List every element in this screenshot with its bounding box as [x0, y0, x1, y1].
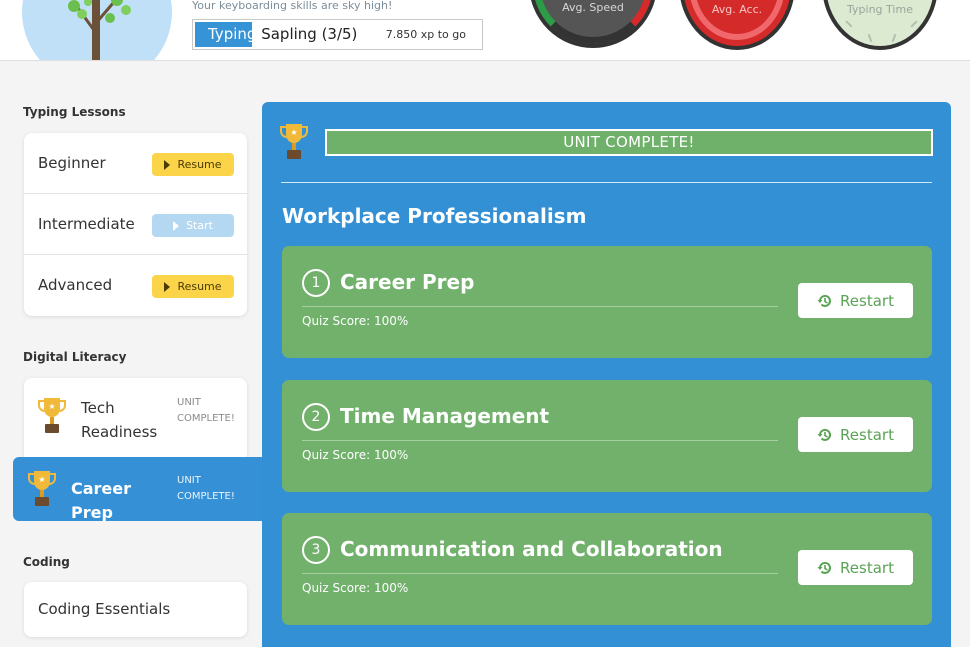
play-icon — [164, 159, 171, 170]
quiz-score: Quiz Score: 100% — [302, 581, 409, 595]
lesson-title: Time Management — [340, 404, 550, 428]
restart-button[interactable]: Restart — [798, 283, 913, 318]
restart-button[interactable]: Restart — [798, 417, 913, 452]
unit-item-career-prep[interactable]: ★ Career Prep UNIT COMPLETE! — [13, 457, 265, 522]
lesson-name: Advanced — [38, 276, 113, 294]
start-button[interactable]: Start — [152, 214, 234, 237]
avg-speed-gauge: Avg. Speed — [529, 0, 657, 48]
lesson-card-time-management: 2 Time Management Quiz Score: 100% Resta… — [282, 380, 932, 492]
resume-button[interactable]: Resume — [152, 275, 234, 298]
unit-item-tech-readiness[interactable]: ★ Tech Readiness UNIT COMPLETE! — [24, 378, 247, 457]
unit-detail-panel: ★ UNIT COMPLETE! Workplace Professionali… — [262, 102, 951, 647]
unit-title: Career Prep — [71, 479, 132, 522]
lesson-card-communication: 3 Communication and Collaboration Quiz S… — [282, 513, 932, 625]
resume-button[interactable]: Resume — [152, 153, 234, 176]
lesson-name: Intermediate — [38, 215, 135, 233]
lesson-item-advanced[interactable]: Advanced Resume — [24, 255, 247, 316]
unit-title: Tech Readiness — [81, 399, 158, 441]
lesson-item-intermediate[interactable]: Intermediate Start — [24, 194, 247, 255]
digital-literacy-heading: Digital Literacy — [23, 350, 127, 364]
history-icon — [817, 428, 831, 441]
lesson-name: Beginner — [38, 154, 106, 172]
history-icon — [817, 294, 831, 307]
lesson-name: Coding Essentials — [38, 600, 171, 618]
digital-literacy-list: ★ Tech Readiness UNIT COMPLETE! — [24, 378, 247, 468]
lesson-title: Communication and Collaboration — [340, 537, 723, 561]
avatar-tree-illustration — [22, 0, 172, 60]
avg-accuracy-gauge: Avg. Acc. — [679, 0, 795, 50]
typing-time-label: Typing Time — [847, 3, 913, 16]
trophy-icon: ★ — [38, 396, 66, 436]
header-tagline: Your keyboarding skills are sky high! — [192, 0, 393, 12]
unit-complete-banner: UNIT COMPLETE! — [325, 129, 933, 156]
lesson-number: 1 — [302, 269, 330, 297]
coding-list: Coding Essentials — [24, 582, 247, 637]
lesson-card-career-prep: 1 Career Prep Quiz Score: 100% Restart — [282, 246, 932, 358]
svg-text:★: ★ — [48, 402, 55, 411]
typing-time-gauge: Typing Time — [822, 0, 938, 50]
history-icon — [817, 561, 831, 574]
typing-lessons-heading: Typing Lessons — [23, 105, 126, 119]
lesson-item-coding-essentials[interactable]: Coding Essentials — [24, 582, 247, 637]
lesson-number: 3 — [302, 536, 330, 564]
play-icon — [173, 220, 180, 231]
unit-status: UNIT COMPLETE! — [177, 475, 235, 502]
level-prefix: Typing — [208, 25, 252, 43]
typing-lessons-list: Beginner Resume Intermediate Start Advan… — [24, 133, 247, 316]
quiz-score: Quiz Score: 100% — [302, 448, 409, 462]
divider — [281, 182, 932, 183]
avg-speed-label: Avg. Speed — [562, 1, 624, 14]
svg-text:★: ★ — [38, 475, 45, 484]
unit-heading: Workplace Professionalism — [282, 204, 587, 228]
xp-remaining: 7.850 xp to go — [385, 28, 466, 41]
lesson-title: Career Prep — [340, 270, 475, 294]
tree-icon — [68, 0, 131, 60]
level-name: Sapling (3/5) — [261, 25, 358, 43]
stats-header: Your keyboarding skills are sky high! Ty… — [0, 0, 970, 61]
quiz-score: Quiz Score: 100% — [302, 314, 409, 328]
unit-status: UNIT COMPLETE! — [177, 397, 235, 424]
trophy-icon: ★ — [280, 122, 308, 162]
lesson-number: 2 — [302, 403, 330, 431]
play-icon — [164, 281, 171, 292]
svg-text:★: ★ — [290, 128, 297, 137]
trophy-icon: ★ — [28, 469, 56, 509]
coding-heading: Coding — [23, 555, 70, 569]
restart-button[interactable]: Restart — [798, 550, 913, 585]
level-progress-bar: Typing Sapling (3/5) Typing 7.850 xp to … — [192, 19, 483, 50]
avg-accuracy-label: Avg. Acc. — [711, 3, 763, 16]
lesson-item-beginner[interactable]: Beginner Resume — [24, 133, 247, 194]
